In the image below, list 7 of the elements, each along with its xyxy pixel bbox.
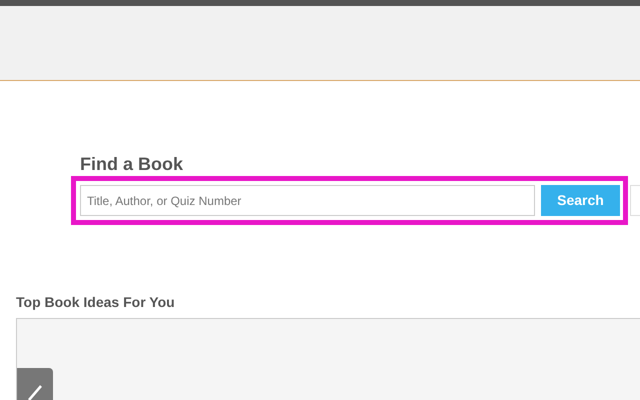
chevron-icon (25, 384, 45, 400)
search-field[interactable]: Title, Author, or Quiz Number (80, 185, 535, 216)
search-button[interactable]: Search (541, 185, 620, 216)
section-title: Find a Book (80, 153, 184, 175)
previous-button[interactable] (17, 368, 53, 400)
section-title: Top Book Ideas For You (16, 294, 175, 310)
field-edge (630, 185, 640, 216)
